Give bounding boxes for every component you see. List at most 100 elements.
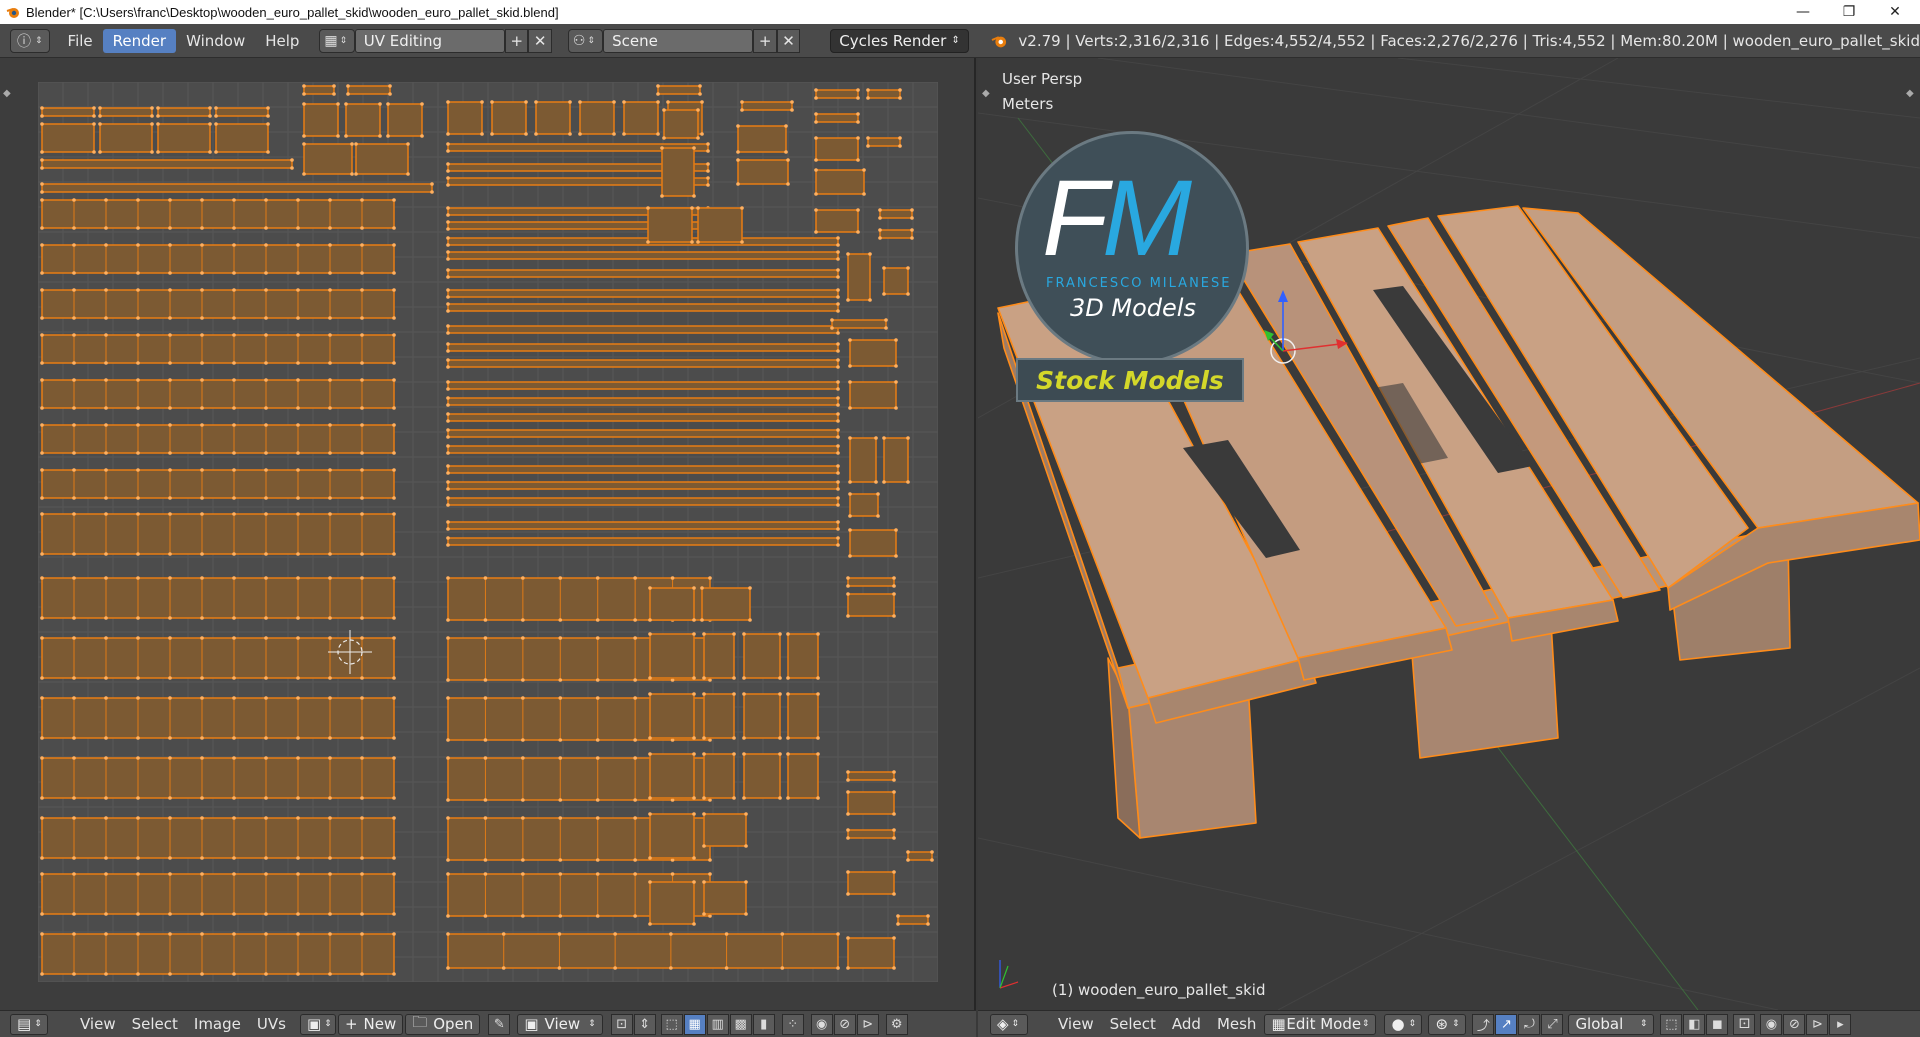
uv-island[interactable] — [896, 914, 930, 926]
uv-image-editor[interactable]: ◆ — [0, 58, 976, 1010]
uv-island[interactable] — [446, 380, 840, 391]
editor-type-button[interactable]: ▤ ⇕ — [10, 1013, 48, 1035]
screen-layout-field[interactable]: UV Editing — [354, 28, 506, 53]
menu-window[interactable]: Window — [176, 29, 255, 53]
uv-settings-icon[interactable]: ⚙ — [885, 1013, 908, 1035]
uv-island[interactable] — [846, 790, 896, 816]
uv-island[interactable] — [814, 112, 860, 124]
uv-island[interactable] — [740, 100, 794, 112]
uv-island[interactable] — [696, 206, 744, 244]
uv-island[interactable] — [446, 268, 840, 279]
uv-island[interactable] — [446, 480, 840, 491]
uv-island[interactable] — [578, 100, 616, 136]
new-image-button[interactable]: + New — [337, 1013, 404, 1035]
uv-island[interactable] — [742, 692, 782, 740]
uv-island[interactable] — [446, 396, 840, 407]
uv-island[interactable] — [446, 236, 840, 247]
vp-menu-view[interactable]: View — [1050, 1014, 1102, 1035]
uv-edge-select-icon[interactable]: ▥ — [706, 1013, 729, 1035]
menu-render[interactable]: Render — [102, 28, 177, 53]
sticky-select-icon[interactable]: ⇕ — [633, 1013, 656, 1035]
uv-island[interactable] — [446, 342, 840, 353]
uv-island[interactable] — [742, 752, 782, 800]
uv-island[interactable] — [40, 816, 396, 860]
uv-island[interactable] — [648, 880, 696, 926]
uv-island[interactable] — [648, 632, 696, 680]
2d-cursor-icon[interactable] — [320, 622, 380, 682]
uv-island[interactable] — [846, 770, 896, 782]
uv-menu-view[interactable]: View — [72, 1014, 124, 1035]
translate-manipulator-icon[interactable]: ↗ — [1495, 1013, 1518, 1035]
uv-island[interactable] — [848, 528, 898, 558]
mode-dropdown[interactable]: ▦ Edit Mode ⇕ — [1264, 1013, 1377, 1035]
uv-island[interactable] — [814, 136, 860, 162]
uv-island[interactable] — [702, 632, 736, 680]
uv-island[interactable] — [814, 168, 866, 196]
uv-island[interactable] — [878, 228, 914, 240]
uv-island[interactable] — [40, 243, 396, 275]
pivot-icon[interactable]: ⊡ — [610, 1013, 633, 1035]
uv-island[interactable] — [446, 324, 840, 335]
uv-canvas[interactable] — [37, 81, 939, 983]
uv-island[interactable] — [882, 436, 910, 484]
uv-island[interactable] — [648, 812, 696, 860]
face-select-icon[interactable]: ◼ — [1706, 1013, 1729, 1035]
uv-island[interactable] — [814, 88, 860, 100]
uv-island[interactable] — [446, 412, 840, 423]
open-image-button[interactable]: 🗀 Open — [405, 1013, 481, 1035]
proportional-edit-icon[interactable]: ◉ — [1760, 1013, 1783, 1035]
uv-island[interactable] — [534, 100, 572, 136]
uv-island-select-icon[interactable]: ▮ — [752, 1013, 775, 1035]
uv-menu-select[interactable]: Select — [124, 1014, 186, 1035]
uv-island[interactable] — [40, 106, 96, 118]
vp-menu-mesh[interactable]: Mesh — [1209, 1014, 1265, 1035]
uv-layout[interactable] — [37, 81, 939, 983]
uv-island[interactable] — [302, 102, 340, 138]
vp-menu-add[interactable]: Add — [1164, 1014, 1209, 1035]
vp-menu-select[interactable]: Select — [1102, 1014, 1164, 1035]
uv-island[interactable] — [646, 206, 694, 244]
uv-island[interactable] — [40, 696, 396, 740]
uv-face-select-icon[interactable]: ▩ — [729, 1013, 752, 1035]
uv-island[interactable] — [490, 100, 528, 136]
uv-island[interactable] — [786, 752, 820, 800]
uv-island[interactable] — [446, 100, 484, 136]
add-screen-button[interactable]: + — [505, 28, 529, 53]
uv-island[interactable] — [446, 444, 840, 455]
add-scene-button[interactable]: + — [753, 28, 777, 53]
uv-island[interactable] — [40, 198, 396, 230]
uv-island[interactable] — [786, 692, 820, 740]
uv-island[interactable] — [846, 936, 896, 970]
uv-island[interactable] — [830, 318, 888, 330]
uv-island[interactable] — [156, 106, 212, 118]
uv-island[interactable] — [98, 106, 154, 118]
uv-island[interactable] — [736, 124, 788, 154]
snap-icon[interactable]: ⊘ — [833, 1013, 856, 1035]
uv-island[interactable] — [846, 252, 872, 302]
uv-island[interactable] — [446, 288, 840, 299]
remove-scene-button[interactable]: ✕ — [776, 28, 801, 53]
uv-sync-icon[interactable]: ⬚ — [660, 1013, 683, 1035]
uv-island[interactable] — [648, 586, 696, 622]
uv-island[interactable] — [40, 122, 96, 154]
minimize-button[interactable]: — — [1780, 0, 1826, 24]
uv-island[interactable] — [700, 586, 752, 622]
pin-icon[interactable]: ✎ — [488, 1013, 511, 1035]
uv-island[interactable] — [40, 378, 396, 410]
uv-island[interactable] — [214, 122, 270, 154]
proportional-edit-icon[interactable]: ◉ — [810, 1013, 833, 1035]
limit-selection-icon[interactable]: ⚀ — [1733, 1013, 1756, 1035]
snap-target-icon[interactable]: ⊳ — [856, 1013, 879, 1035]
scale-manipulator-icon[interactable]: ⤢ — [1541, 1013, 1564, 1035]
uv-island[interactable] — [846, 870, 896, 896]
uv-menu-image[interactable]: Image — [186, 1014, 249, 1035]
uv-island[interactable] — [736, 158, 790, 186]
uv-island[interactable] — [446, 302, 840, 313]
editor-type-button[interactable]: ⓘ ⇕ — [10, 28, 50, 53]
uv-island[interactable] — [742, 632, 782, 680]
render-engine-dropdown[interactable]: Cycles Render ⇕ — [830, 28, 969, 53]
uv-island[interactable] — [302, 142, 354, 176]
uv-island[interactable] — [648, 752, 696, 800]
uv-island[interactable] — [446, 250, 840, 261]
scene-field[interactable]: Scene — [603, 28, 754, 53]
